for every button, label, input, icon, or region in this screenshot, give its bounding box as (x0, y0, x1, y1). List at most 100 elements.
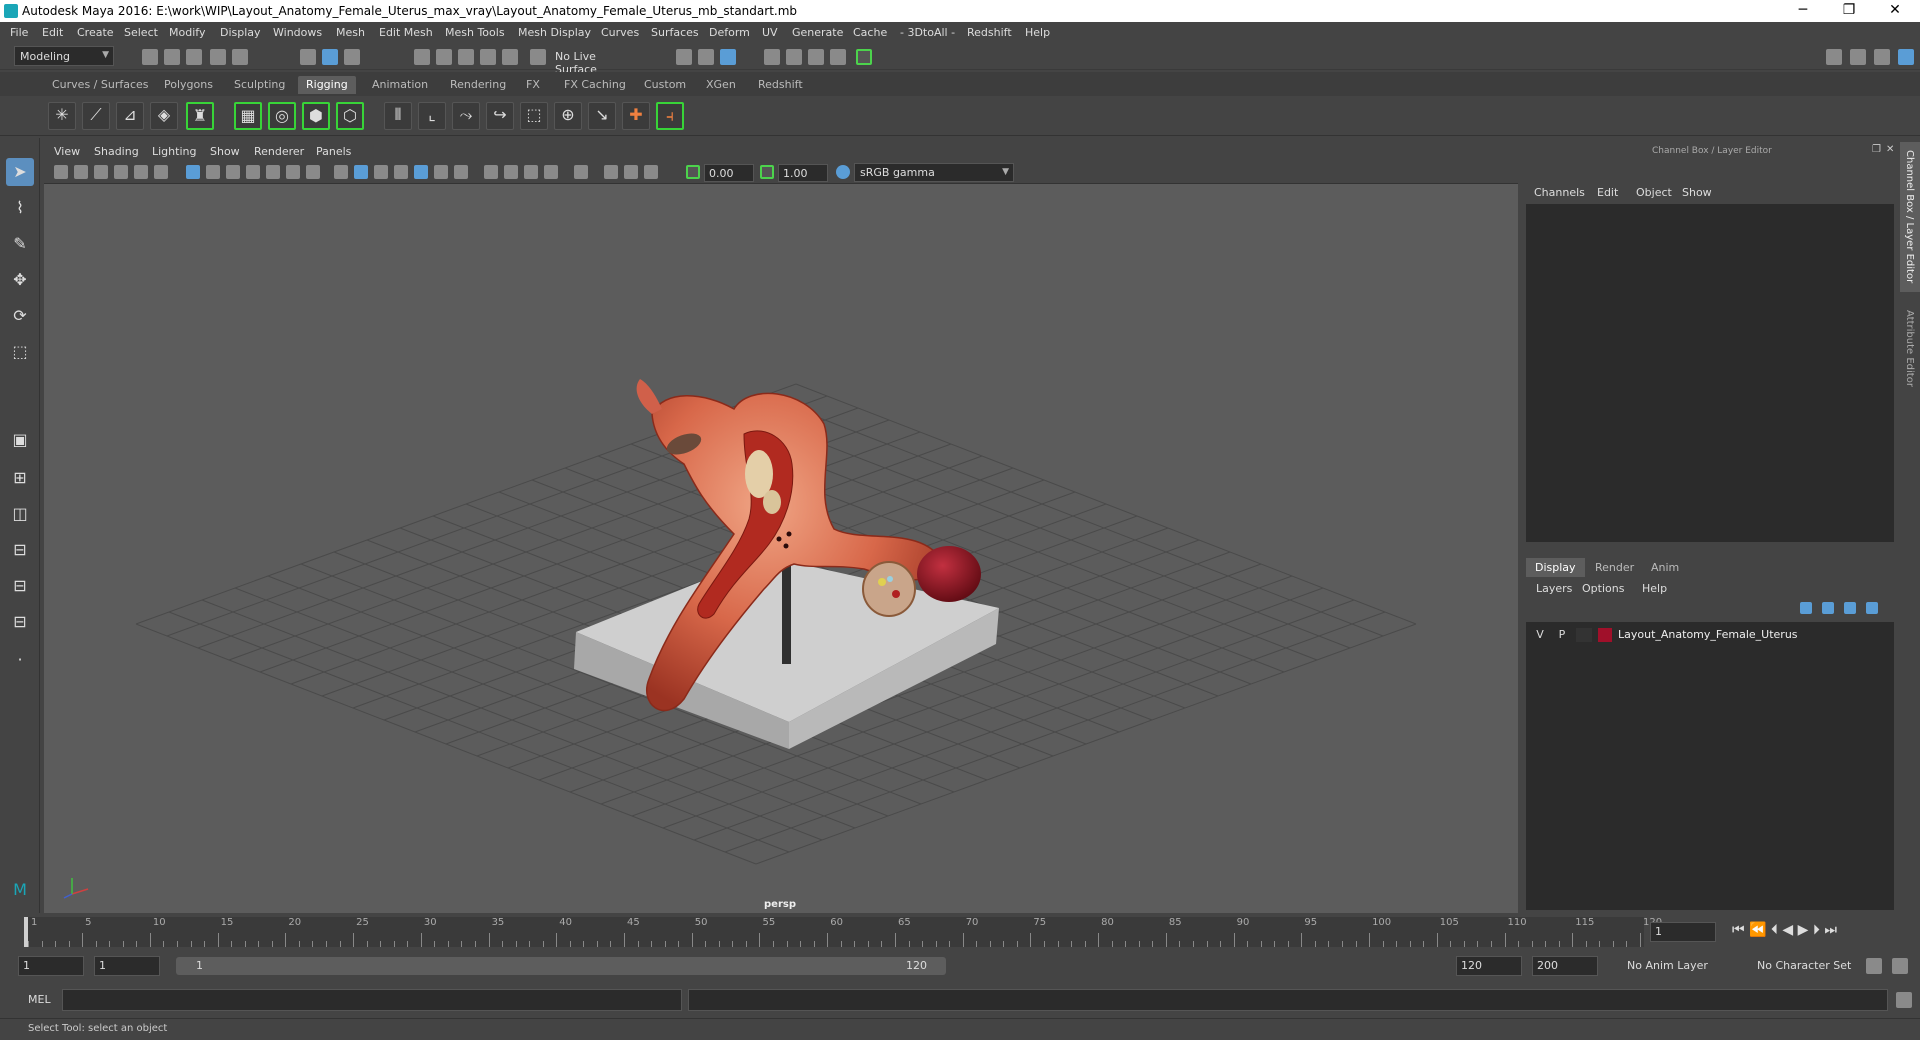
smooth-shade-icon[interactable] (354, 165, 368, 179)
float-panel-icon[interactable]: ❐ (1872, 144, 1881, 155)
insert-joint-icon[interactable]: ◈ (150, 102, 178, 130)
channel-box-toggle-icon[interactable] (1898, 49, 1914, 65)
maximize-button[interactable]: ❐ (1826, 0, 1872, 22)
menu-create[interactable]: Create (77, 26, 114, 39)
anti-alias-icon[interactable] (524, 165, 538, 179)
menu-redshift[interactable]: Redshift (967, 26, 1012, 39)
scene-start-field[interactable]: 1 (18, 956, 84, 976)
new-empty-layer-icon[interactable] (1844, 602, 1856, 614)
bind-skin-icon[interactable]: ⫴ (384, 102, 412, 130)
tab-custom[interactable]: Custom (636, 76, 694, 94)
cb-menu-show[interactable]: Show (1682, 186, 1712, 199)
aim-constraint-icon[interactable]: ↘ (588, 102, 616, 130)
script-editor-icon[interactable] (1896, 992, 1912, 1008)
snap-point-icon[interactable] (458, 49, 474, 65)
layer-color-swatch[interactable] (1598, 628, 1612, 642)
layer-visibility-toggle[interactable]: V (1532, 628, 1548, 642)
four-view-layout-icon[interactable]: ⊞ (6, 464, 34, 492)
tab-display[interactable]: Display (1526, 558, 1585, 577)
vp-menu-shading[interactable]: Shading (94, 145, 139, 158)
field-chart-icon[interactable] (266, 165, 280, 179)
wire-deformer-icon[interactable]: ⬡ (336, 102, 364, 130)
tab-fx[interactable]: FX (518, 76, 548, 94)
exposure-icon[interactable] (686, 165, 700, 179)
detach-skin-icon[interactable]: ⌞ (418, 102, 446, 130)
le-menu-options[interactable]: Options (1582, 582, 1624, 595)
cmd-language-label[interactable]: MEL (28, 993, 51, 1006)
menu-surfaces[interactable]: Surfaces (651, 26, 699, 39)
image-plane-icon[interactable] (114, 165, 128, 179)
select-hierarchy-icon[interactable] (300, 49, 316, 65)
go-to-start-icon[interactable]: ⏮ (1732, 922, 1745, 938)
menu-edit-mesh[interactable]: Edit Mesh (379, 26, 433, 39)
hypershade-icon[interactable] (856, 49, 872, 65)
2d-pan-zoom-icon[interactable] (134, 165, 148, 179)
menu-help[interactable]: Help (1025, 26, 1050, 39)
playback-end-field[interactable]: 120 (1456, 956, 1522, 976)
menu-mesh-tools[interactable]: Mesh Tools (445, 26, 505, 39)
vp-menu-renderer[interactable]: Renderer (254, 145, 304, 158)
color-space-dropdown[interactable]: sRGB gamma ▼ (854, 163, 1014, 182)
snap-view-icon[interactable] (480, 49, 496, 65)
snap-grid-icon[interactable] (414, 49, 430, 65)
live-surface-icon[interactable] (530, 49, 546, 65)
persp-graph-layout-icon[interactable]: ⊟ (6, 536, 34, 564)
layer-name[interactable]: Layout_Anatomy_Female_Uterus (1618, 628, 1798, 641)
current-time-indicator[interactable] (24, 917, 28, 947)
menu-edit[interactable]: Edit (42, 26, 63, 39)
layer-playback-toggle[interactable]: P (1554, 628, 1570, 642)
live-surface-field[interactable]: No Live Surface (550, 47, 646, 76)
render-settings-icon[interactable] (830, 49, 846, 65)
menu-mesh-display[interactable]: Mesh Display (518, 26, 591, 39)
screen-space-ao-icon[interactable] (484, 165, 498, 179)
bookmark-icon[interactable] (94, 165, 108, 179)
persp-outliner-layout-icon[interactable]: ⊟ (6, 572, 34, 600)
exposure-field[interactable]: 0.00 (704, 164, 754, 182)
vp-menu-view[interactable]: View (54, 145, 80, 158)
resolution-gate-icon[interactable] (226, 165, 240, 179)
ik-spline-icon[interactable]: ⊿ (116, 102, 144, 130)
grease-pencil-icon[interactable] (154, 165, 168, 179)
step-forward-key-icon[interactable]: ⏵ (1813, 922, 1820, 938)
tab-sculpting[interactable]: Sculpting (226, 76, 293, 94)
color-management-icon[interactable] (836, 165, 850, 179)
le-menu-layers[interactable]: Layers (1536, 582, 1572, 595)
attribute-editor-toggle-icon[interactable] (1850, 49, 1866, 65)
anim-layer-dropdown[interactable]: No Anim Layer (1622, 956, 1742, 976)
side-tab-attribute-editor[interactable]: Attribute Editor (1900, 306, 1920, 406)
play-backward-icon[interactable]: ◀ (1782, 922, 1793, 938)
wrap-deformer-icon[interactable]: ⬢ (302, 102, 330, 130)
step-back-icon[interactable]: ⏪ (1749, 922, 1766, 938)
render-frame-icon[interactable] (786, 49, 802, 65)
mirror-weights-icon[interactable]: ↪ (486, 102, 514, 130)
redo-icon[interactable] (232, 49, 248, 65)
parent-constraint-icon[interactable]: ⫞ (656, 102, 684, 130)
animation-preferences-icon[interactable] (1892, 958, 1908, 974)
select-tool-icon[interactable]: ➤ (6, 158, 34, 186)
cb-menu-channels[interactable]: Channels (1534, 186, 1585, 199)
mode-selector[interactable]: Modeling ▼ (14, 46, 114, 66)
range-slider[interactable]: 1 120 (176, 957, 946, 975)
wireframe-icon[interactable] (334, 165, 348, 179)
lattice-icon[interactable]: ▦ (234, 102, 262, 130)
lasso-tool-icon[interactable]: ⌇ (6, 194, 34, 222)
output-ops-icon[interactable] (698, 49, 714, 65)
motion-blur-icon[interactable] (504, 165, 518, 179)
tab-rendering[interactable]: Rendering (442, 76, 514, 94)
menu-modify[interactable]: Modify (169, 26, 205, 39)
orient-constraint-icon[interactable]: ✚ (622, 102, 650, 130)
menu-windows[interactable]: Windows (273, 26, 322, 39)
joint-tool-icon[interactable]: ✳ (48, 102, 76, 130)
paint-select-icon[interactable]: ✎ (6, 230, 34, 258)
more-layouts-icon[interactable]: · (6, 646, 34, 674)
xray-active-icon[interactable] (624, 165, 638, 179)
tab-animation[interactable]: Animation (364, 76, 436, 94)
camera-attrs-icon[interactable] (74, 165, 88, 179)
save-scene-icon[interactable] (186, 49, 202, 65)
wireframe-on-shaded-icon[interactable] (394, 165, 408, 179)
tab-xgen[interactable]: XGen (698, 76, 744, 94)
render-view-icon[interactable] (764, 49, 780, 65)
tool-settings-toggle-icon[interactable] (1874, 49, 1890, 65)
vp-menu-show[interactable]: Show (210, 145, 240, 158)
close-panel-icon[interactable]: ✕ (1886, 144, 1894, 155)
